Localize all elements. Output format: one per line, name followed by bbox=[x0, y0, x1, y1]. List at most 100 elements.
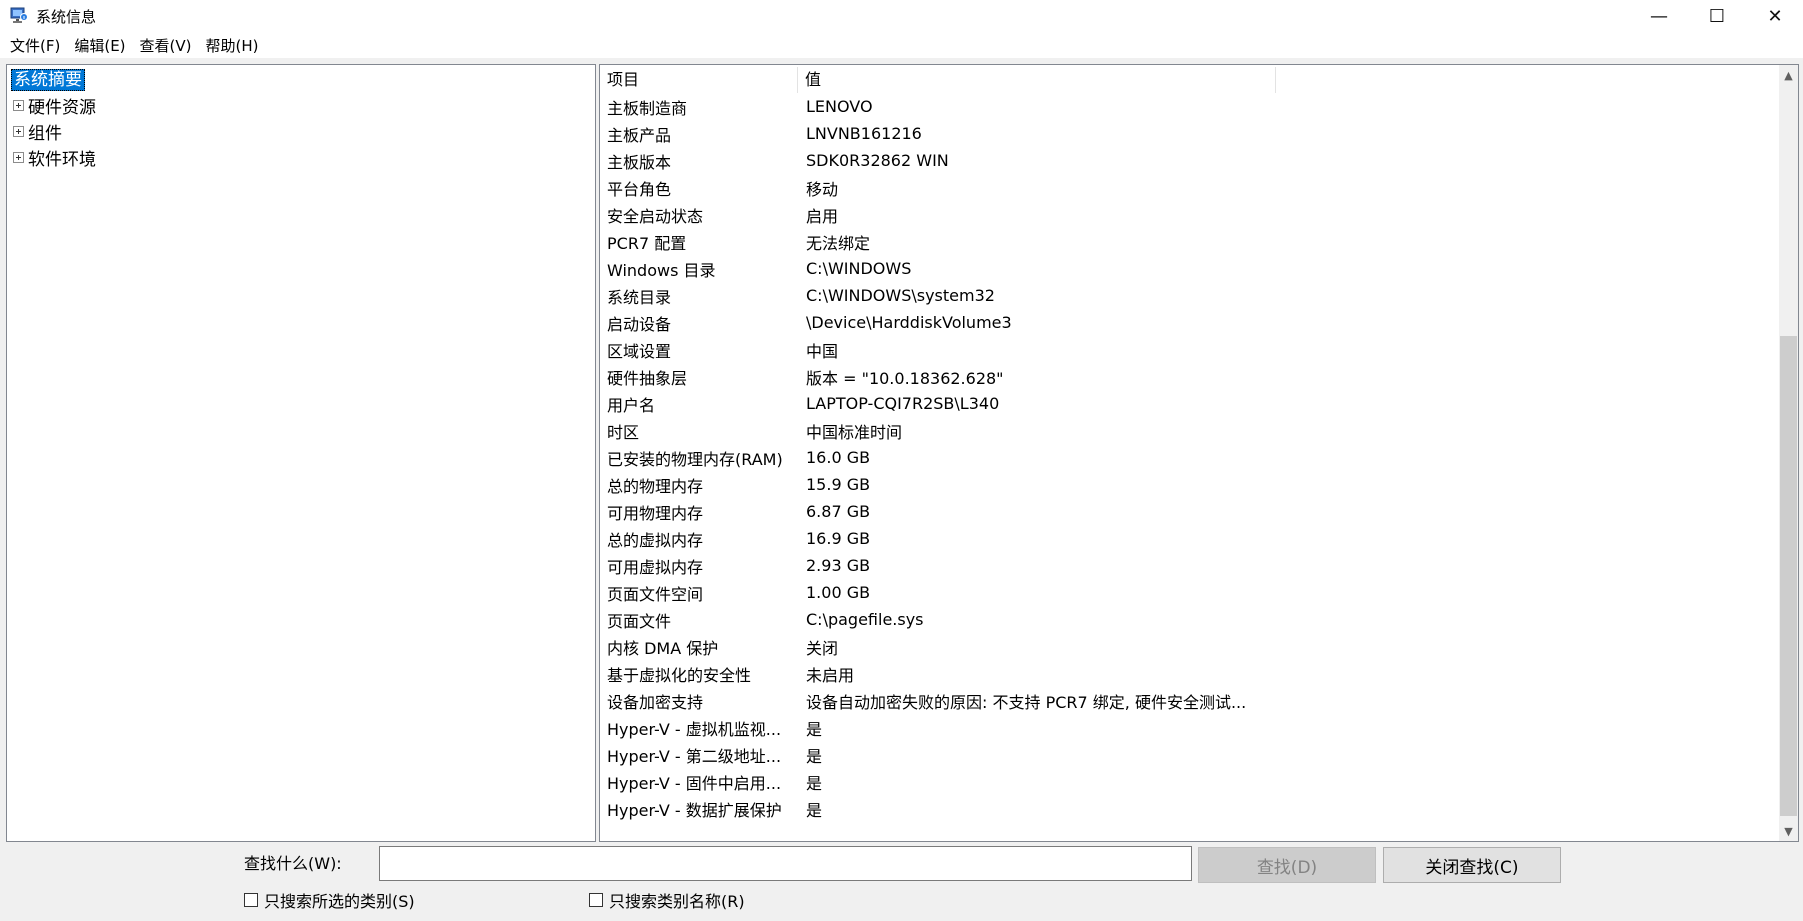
cell-item: 区域设置 bbox=[607, 341, 672, 361]
cell-value: C:\WINDOWS bbox=[806, 259, 912, 278]
close-find-button[interactable]: 关闭查找(C) bbox=[1383, 847, 1561, 883]
menu-view[interactable]: 查看(V) bbox=[134, 33, 198, 58]
table-row[interactable]: 时区 中国标准时间 bbox=[600, 417, 1780, 444]
cell-item: 主板产品 bbox=[607, 125, 672, 145]
tree-item-hardware-resources[interactable]: 硬件资源 bbox=[13, 93, 96, 118]
title-bar: 系统信息 — ☐ ✕ bbox=[0, 0, 1803, 32]
cell-value: 关闭 bbox=[806, 638, 839, 658]
find-input[interactable] bbox=[379, 846, 1192, 881]
close-button[interactable]: ✕ bbox=[1746, 0, 1803, 32]
tree-item-components[interactable]: 组件 bbox=[13, 119, 62, 144]
cell-value: 无法绑定 bbox=[806, 233, 871, 253]
cell-item: 总的虚拟内存 bbox=[607, 530, 704, 550]
cell-value: 中国标准时间 bbox=[806, 422, 903, 442]
table-row[interactable]: 硬件抽象层 版本 = "10.0.18362.628" bbox=[600, 363, 1780, 390]
vertical-scrollbar[interactable]: ▲ ▼ bbox=[1779, 65, 1798, 841]
cell-item: 可用虚拟内存 bbox=[607, 557, 704, 577]
details-list[interactable]: 项目 值 主板制造商 LENOVO 主板产品 LNVNB161216 主板版本 SDK0R… bbox=[599, 64, 1799, 842]
checkbox-box[interactable] bbox=[589, 893, 603, 907]
table-row[interactable]: Hyper-V - 固件中启用... 是 bbox=[600, 768, 1780, 795]
cell-value: 1.00 GB bbox=[806, 583, 871, 602]
scroll-thumb[interactable] bbox=[1780, 336, 1797, 816]
expand-icon[interactable] bbox=[13, 99, 24, 111]
table-row[interactable]: PCR7 配置 无法绑定 bbox=[600, 228, 1780, 255]
table-row[interactable]: Windows 目录 C:\WINDOWS bbox=[600, 255, 1780, 282]
cell-value: LAPTOP-CQI7R2SB\L340 bbox=[806, 394, 1000, 413]
search-category-names-checkbox[interactable]: 只搜索类别名称(R) bbox=[589, 890, 745, 911]
category-tree[interactable]: 系统摘要 硬件资源 组件 软件环境 bbox=[6, 64, 596, 842]
table-row[interactable]: Hyper-V - 数据扩展保护 是 bbox=[600, 795, 1780, 822]
checkbox-label: 只搜索所选的类别(S) bbox=[264, 892, 415, 911]
window-title: 系统信息 bbox=[36, 8, 97, 26]
cell-value: 16.0 GB bbox=[806, 448, 871, 467]
maximize-icon: ☐ bbox=[1708, 5, 1726, 27]
cell-item: Hyper-V - 数据扩展保护 bbox=[607, 800, 782, 820]
table-row[interactable]: 总的物理内存 15.9 GB bbox=[600, 471, 1780, 498]
table-row[interactable]: 可用物理内存 6.87 GB bbox=[600, 498, 1780, 525]
table-row[interactable]: 页面文件空间 1.00 GB bbox=[600, 579, 1780, 606]
menu-bar: 文件(F) 编辑(E) 查看(V) 帮助(H) bbox=[0, 32, 1803, 58]
expand-icon[interactable] bbox=[13, 125, 24, 137]
cell-item: 已安装的物理内存(RAM) bbox=[607, 449, 783, 469]
table-row[interactable]: 主板制造商 LENOVO bbox=[600, 93, 1780, 120]
table-row[interactable]: 页面文件 C:\pagefile.sys bbox=[600, 606, 1780, 633]
maximize-button[interactable]: ☐ bbox=[1688, 0, 1746, 32]
table-row[interactable]: 安全启动状态 启用 bbox=[600, 201, 1780, 228]
column-header-value[interactable]: 值 bbox=[798, 67, 1276, 93]
cell-value: 2.93 GB bbox=[806, 556, 871, 575]
cell-item: 页面文件 bbox=[607, 611, 672, 631]
table-row[interactable]: 内核 DMA 保护 关闭 bbox=[600, 633, 1780, 660]
cell-item: Hyper-V - 第二级地址... bbox=[607, 746, 782, 766]
column-header-item[interactable]: 项目 bbox=[600, 67, 798, 93]
scroll-up-button[interactable]: ▲ bbox=[1779, 65, 1798, 85]
cell-value: 是 bbox=[806, 800, 823, 820]
menu-file[interactable]: 文件(F) bbox=[4, 33, 66, 58]
tree-item-system-summary[interactable]: 系统摘要 bbox=[11, 69, 85, 91]
system-info-app-icon bbox=[10, 7, 28, 23]
cell-value: C:\pagefile.sys bbox=[806, 610, 924, 629]
table-row[interactable]: 区域设置 中国 bbox=[600, 336, 1780, 363]
find-button[interactable]: 查找(D) bbox=[1198, 847, 1376, 883]
minimize-button[interactable]: — bbox=[1630, 0, 1688, 32]
cell-item: 用户名 bbox=[607, 395, 656, 415]
cell-item: 平台角色 bbox=[607, 179, 672, 199]
cell-value: 是 bbox=[806, 719, 823, 739]
table-row[interactable]: 系统目录 C:\WINDOWS\system32 bbox=[600, 282, 1780, 309]
table-row[interactable]: 主板版本 SDK0R32862 WIN bbox=[600, 147, 1780, 174]
find-label: 查找什么(W): bbox=[244, 854, 342, 873]
menu-edit[interactable]: 编辑(E) bbox=[68, 33, 131, 58]
table-row[interactable]: 设备加密支持 设备自动加密失败的原因: 不支持 PCR7 绑定, 硬件安全测试..… bbox=[600, 687, 1780, 714]
table-row[interactable]: 平台角色 移动 bbox=[600, 174, 1780, 201]
close-icon: ✕ bbox=[1767, 5, 1783, 27]
cell-item: 系统目录 bbox=[607, 287, 672, 307]
cell-item: 主板版本 bbox=[607, 152, 672, 172]
table-row[interactable]: Hyper-V - 虚拟机监视... 是 bbox=[600, 714, 1780, 741]
search-selected-category-checkbox[interactable]: 只搜索所选的类别(S) bbox=[244, 890, 415, 911]
tree-item-label: 软件环境 bbox=[28, 149, 96, 170]
table-row[interactable]: 总的虚拟内存 16.9 GB bbox=[600, 525, 1780, 552]
expand-icon[interactable] bbox=[13, 151, 24, 163]
table-row[interactable]: 主板产品 LNVNB161216 bbox=[600, 120, 1780, 147]
window-bottom-edge bbox=[0, 916, 1803, 921]
cell-value: 15.9 GB bbox=[806, 475, 871, 494]
table-row[interactable]: 启动设备 \Device\HarddiskVolume3 bbox=[600, 309, 1780, 336]
scroll-down-button[interactable]: ▼ bbox=[1779, 821, 1798, 841]
cell-item: 启动设备 bbox=[607, 314, 672, 334]
tree-item-software-environment[interactable]: 软件环境 bbox=[13, 145, 96, 170]
checkbox-box[interactable] bbox=[244, 893, 258, 907]
table-row[interactable]: Hyper-V - 第二级地址... 是 bbox=[600, 741, 1780, 768]
cell-item: 页面文件空间 bbox=[607, 584, 704, 604]
table-row[interactable]: 可用虚拟内存 2.93 GB bbox=[600, 552, 1780, 579]
table-row[interactable]: 已安装的物理内存(RAM) 16.0 GB bbox=[600, 444, 1780, 471]
table-row[interactable]: 基于虚拟化的安全性 未启用 bbox=[600, 660, 1780, 687]
tree-item-label: 组件 bbox=[28, 123, 62, 144]
cell-value: \Device\HarddiskVolume3 bbox=[806, 313, 1012, 332]
cell-item: Windows 目录 bbox=[607, 260, 716, 280]
cell-value: SDK0R32862 WIN bbox=[806, 151, 949, 170]
table-row[interactable]: 用户名 LAPTOP-CQI7R2SB\L340 bbox=[600, 390, 1780, 417]
cell-item: Hyper-V - 固件中启用... bbox=[607, 773, 782, 793]
cell-item: 硬件抽象层 bbox=[607, 368, 688, 388]
chevron-down-icon: ▼ bbox=[1784, 824, 1793, 838]
cell-item: 时区 bbox=[607, 422, 640, 442]
menu-help[interactable]: 帮助(H) bbox=[200, 33, 265, 58]
